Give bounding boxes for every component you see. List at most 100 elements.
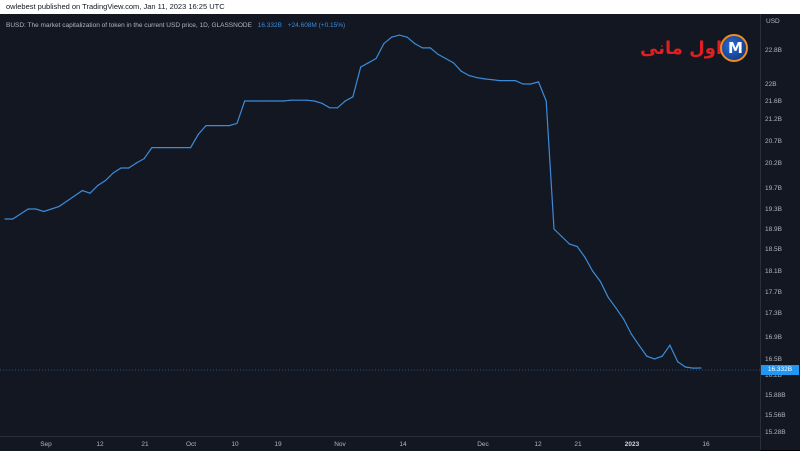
- data-point: [421, 47, 424, 49]
- data-point: [329, 107, 331, 109]
- y-tick-label: 18.5B: [765, 246, 782, 253]
- data-point: [537, 81, 540, 83]
- data-point: [383, 43, 385, 45]
- data-point: [568, 243, 571, 245]
- data-point: [143, 158, 145, 160]
- data-point: [43, 210, 45, 213]
- data-point: [437, 53, 439, 55]
- data-point: [553, 228, 555, 230]
- y-tick-label: 22B: [765, 81, 777, 88]
- y-tick-label: 20.7B: [765, 138, 782, 145]
- x-tick-label: 19: [274, 441, 282, 448]
- x-tick-label: 10: [231, 441, 239, 448]
- y-tick-label: 16.9B: [765, 334, 782, 341]
- series-line: [5, 34, 701, 369]
- data-point: [653, 358, 656, 360]
- data-point: [166, 147, 168, 149]
- data-point: [460, 70, 462, 72]
- data-point: [190, 147, 192, 149]
- data-point: [406, 36, 408, 38]
- y-tick-label: 22.8B: [765, 47, 782, 54]
- data-point: [445, 57, 447, 60]
- y-tick-label: 18.9B: [765, 226, 782, 233]
- data-point: [646, 355, 648, 357]
- data-point: [352, 96, 354, 98]
- data-point: [623, 318, 625, 320]
- data-point: [267, 100, 269, 102]
- data-point: [182, 147, 184, 149]
- data-point: [360, 66, 362, 68]
- data-point: [236, 122, 238, 124]
- data-point: [391, 36, 393, 38]
- data-point: [576, 245, 578, 248]
- y-tick-label: 21.2B: [765, 116, 782, 123]
- data-point: [251, 100, 253, 102]
- x-tick-label: Sep: [40, 441, 52, 448]
- y-tick-label: 15.88B: [765, 392, 786, 399]
- x-tick-label: 21: [141, 441, 149, 448]
- data-point: [630, 333, 632, 335]
- data-point: [50, 208, 53, 210]
- data-point: [468, 74, 470, 77]
- data-point: [545, 100, 547, 102]
- data-point: [375, 57, 377, 60]
- data-point: [298, 99, 300, 101]
- x-tick-label: 2023: [625, 441, 640, 448]
- data-point: [97, 184, 99, 187]
- data-point: [599, 280, 602, 283]
- y-tick-label: 15.28B: [765, 429, 786, 436]
- data-point: [336, 107, 339, 109]
- data-point: [398, 34, 400, 36]
- data-point: [452, 62, 455, 64]
- data-point: [228, 125, 230, 127]
- data-point: [483, 78, 485, 80]
- data-point: [19, 213, 22, 215]
- data-point: [4, 218, 6, 220]
- data-point: [74, 195, 76, 197]
- x-tick-label: 14: [399, 441, 407, 448]
- data-point: [414, 43, 416, 45]
- y-tick-label: 16.5B: [765, 356, 782, 363]
- y-tick-label: 20.2B: [765, 160, 782, 167]
- data-point: [305, 99, 308, 101]
- watermark-text: اول مانی: [640, 38, 723, 59]
- data-point: [584, 256, 586, 258]
- x-tick-label: Dec: [477, 441, 489, 448]
- y-tick-label: 21.6B: [765, 98, 782, 105]
- data-point: [476, 77, 478, 79]
- watermark-logo-icon: M: [720, 34, 748, 62]
- x-tick-label: Nov: [334, 441, 346, 448]
- data-point: [367, 62, 369, 64]
- data-point: [615, 307, 617, 309]
- y-tick-label: 19.3B: [765, 206, 782, 213]
- data-point: [259, 100, 261, 102]
- data-point: [220, 125, 223, 127]
- last-price-tag: 16.332B: [761, 365, 799, 375]
- data-point: [205, 125, 207, 127]
- y-tick-label: 19.7B: [765, 185, 782, 192]
- data-point: [282, 100, 284, 102]
- chart-root: owlebest published on TradingView.com, J…: [0, 0, 800, 451]
- x-tick-label: 21: [574, 441, 582, 448]
- data-point: [174, 147, 176, 149]
- data-point: [128, 167, 130, 169]
- y-tick-label: 17.3B: [765, 310, 782, 317]
- data-point: [35, 208, 37, 210]
- data-point: [213, 125, 215, 127]
- data-point: [661, 355, 663, 357]
- data-point: [692, 367, 694, 369]
- data-point: [638, 344, 640, 346]
- x-tick-label: 12: [96, 441, 104, 448]
- data-point: [522, 83, 524, 85]
- data-point: [275, 100, 277, 102]
- data-point: [159, 147, 161, 149]
- data-point: [313, 100, 315, 102]
- data-point: [700, 367, 702, 369]
- y-tick-label: 15.56B: [765, 412, 786, 419]
- data-point: [58, 205, 60, 207]
- data-point: [561, 235, 563, 238]
- data-point: [321, 102, 323, 104]
- data-point: [197, 133, 199, 135]
- data-point: [669, 344, 671, 346]
- data-point: [684, 366, 687, 368]
